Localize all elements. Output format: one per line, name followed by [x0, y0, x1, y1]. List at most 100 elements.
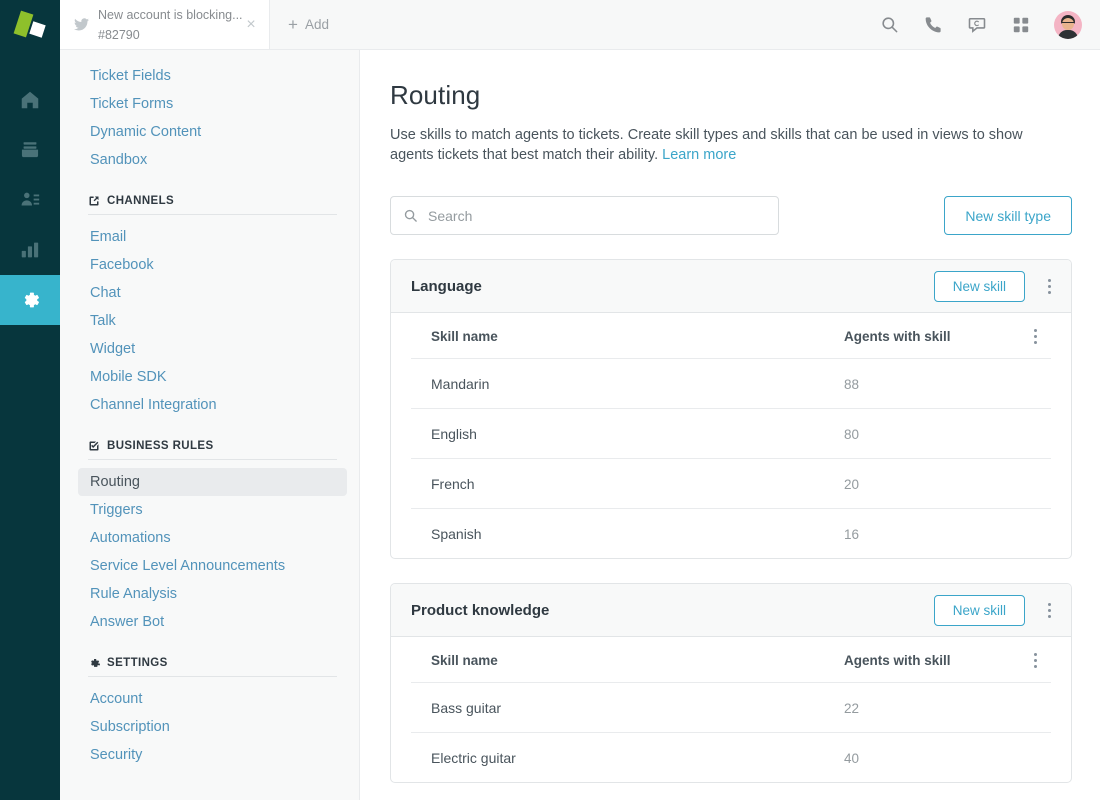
cell-agents: 80 — [844, 409, 1019, 459]
cell-skill-name: Mandarin — [411, 359, 844, 409]
card-options-kebab-icon[interactable] — [1035, 272, 1063, 300]
card-body: Skill name Agents with skill Bass guitar — [391, 637, 1071, 782]
close-icon[interactable]: × — [243, 17, 259, 33]
search-input[interactable] — [428, 208, 766, 224]
sidebar-item-rule-analysis[interactable]: Rule Analysis — [78, 580, 347, 608]
rail-items — [0, 50, 60, 325]
cell-agents: 88 — [844, 359, 1019, 409]
right-pane: New account is blocking... #82790 × + Ad… — [60, 0, 1100, 800]
sidebar-section-settings: SETTINGS Account Subscription Security — [88, 657, 337, 769]
cell-skill-name: Bass guitar — [411, 683, 844, 733]
sidebar-item-email[interactable]: Email — [78, 223, 347, 251]
sidebar-item-routing[interactable]: Routing — [78, 468, 347, 496]
nav-views[interactable] — [0, 125, 60, 175]
new-skill-button[interactable]: New skill — [934, 271, 1025, 302]
table-row[interactable]: French 20 — [411, 459, 1051, 509]
sidebar-item-sandbox[interactable]: Sandbox — [78, 146, 347, 174]
table-header-row: Skill name Agents with skill — [411, 637, 1051, 683]
cell-agents: 22 — [844, 683, 1019, 733]
apps-grid-icon[interactable] — [1010, 14, 1032, 36]
new-skill-button[interactable]: New skill — [934, 595, 1025, 626]
add-tab-button[interactable]: + Add — [270, 0, 347, 49]
add-tab-label: Add — [305, 17, 329, 32]
sidebar-section-business-rules: BUSINESS RULES Routing Triggers Automati… — [88, 440, 337, 636]
table-row[interactable]: Bass guitar 22 — [411, 683, 1051, 733]
gear-icon — [18, 288, 42, 312]
sidebar-item-account[interactable]: Account — [78, 685, 347, 713]
sidebar-item-dynamic-content[interactable]: Dynamic Content — [78, 118, 347, 146]
card-title: Language — [411, 278, 924, 295]
main-content: Routing Use skills to match agents to ti… — [360, 50, 1100, 800]
nav-home[interactable] — [0, 75, 60, 125]
sidebar-section-channels-header: CHANNELS — [88, 195, 337, 214]
search-icon[interactable] — [878, 14, 900, 36]
channels-icon — [88, 195, 100, 207]
cell-options — [1019, 733, 1051, 783]
sidebar-item-triggers[interactable]: Triggers — [78, 496, 347, 524]
page-description: Use skills to match agents to tickets. C… — [390, 125, 1038, 165]
sidebar-item-security[interactable]: Security — [78, 741, 347, 769]
sidebar-item-service-level-announcements[interactable]: Service Level Announcements — [78, 552, 347, 580]
home-icon — [19, 89, 41, 111]
phone-icon[interactable] — [922, 14, 944, 36]
table-header-row: Skill name Agents with skill — [411, 313, 1051, 359]
sidebar-item-channel-integration[interactable]: Channel Integration — [78, 391, 347, 419]
app-root: New account is blocking... #82790 × + Ad… — [0, 0, 1100, 800]
sidebar-item-talk[interactable]: Talk — [78, 307, 347, 335]
sidebar-item-answer-bot[interactable]: Answer Bot — [78, 608, 347, 636]
avatar[interactable] — [1054, 11, 1082, 39]
table-options-kebab-icon[interactable] — [1019, 653, 1051, 668]
sidebar-item-facebook[interactable]: Facebook — [78, 251, 347, 279]
sidebar-item-ticket-forms[interactable]: Ticket Forms — [78, 90, 347, 118]
nav-reporting[interactable] — [0, 225, 60, 275]
views-icon — [19, 139, 41, 161]
page-title: Routing — [390, 80, 1072, 111]
cell-skill-name: English — [411, 409, 844, 459]
admin-sidebar: Ticket Fields Ticket Forms Dynamic Conte… — [60, 50, 360, 800]
search-box[interactable] — [390, 196, 779, 235]
nav-customers[interactable] — [0, 175, 60, 225]
sidebar-item-chat[interactable]: Chat — [78, 279, 347, 307]
sidebar-item-widget[interactable]: Widget — [78, 335, 347, 363]
cell-options — [1019, 509, 1051, 559]
card-header: Language New skill — [391, 260, 1071, 313]
learn-more-link[interactable]: Learn more — [662, 147, 736, 163]
sidebar-item-ticket-fields[interactable]: Ticket Fields — [78, 62, 347, 90]
toolbar: New skill type — [390, 196, 1072, 235]
cell-agents: 40 — [844, 733, 1019, 783]
card-body: Skill name Agents with skill Mandarin — [391, 313, 1071, 558]
nav-admin[interactable] — [0, 275, 60, 325]
primary-nav-rail — [0, 0, 60, 800]
twitter-icon — [74, 18, 89, 31]
table-row[interactable]: English 80 — [411, 409, 1051, 459]
table-row[interactable]: Spanish 16 — [411, 509, 1051, 559]
reporting-icon — [19, 239, 41, 261]
skills-table: Skill name Agents with skill Bass guitar — [411, 637, 1051, 782]
customers-icon — [19, 189, 41, 211]
card-title: Product knowledge — [411, 602, 924, 619]
column-skill-name: Skill name — [411, 637, 844, 683]
table-body: Mandarin 88 English 80 — [411, 359, 1051, 559]
sidebar-section-business-rules-title: BUSINESS RULES — [107, 440, 214, 452]
cell-skill-name: French — [411, 459, 844, 509]
zendesk-logo[interactable] — [0, 0, 60, 50]
cell-skill-name: Electric guitar — [411, 733, 844, 783]
sidebar-section-settings-title: SETTINGS — [107, 657, 168, 669]
cell-skill-name: Spanish — [411, 509, 844, 559]
table-options-kebab-icon[interactable] — [1019, 329, 1051, 344]
new-skill-type-button[interactable]: New skill type — [944, 196, 1072, 235]
table-head: Skill name Agents with skill — [411, 637, 1051, 683]
skill-type-card-language: Language New skill Skill name Agents wit… — [390, 259, 1072, 559]
logo-white-shape — [29, 21, 45, 37]
chat-icon[interactable] — [966, 14, 988, 36]
sidebar-item-subscription[interactable]: Subscription — [78, 713, 347, 741]
ticket-tab[interactable]: New account is blocking... #82790 × — [60, 0, 270, 49]
sidebar-item-automations[interactable]: Automations — [78, 524, 347, 552]
table-row[interactable]: Mandarin 88 — [411, 359, 1051, 409]
avatar-glasses — [1062, 22, 1074, 25]
sidebar-section-settings-header: SETTINGS — [88, 657, 337, 676]
ticket-tab-number: #82790 — [98, 28, 140, 42]
sidebar-item-mobile-sdk[interactable]: Mobile SDK — [78, 363, 347, 391]
table-row[interactable]: Electric guitar 40 — [411, 733, 1051, 783]
card-options-kebab-icon[interactable] — [1035, 596, 1063, 624]
